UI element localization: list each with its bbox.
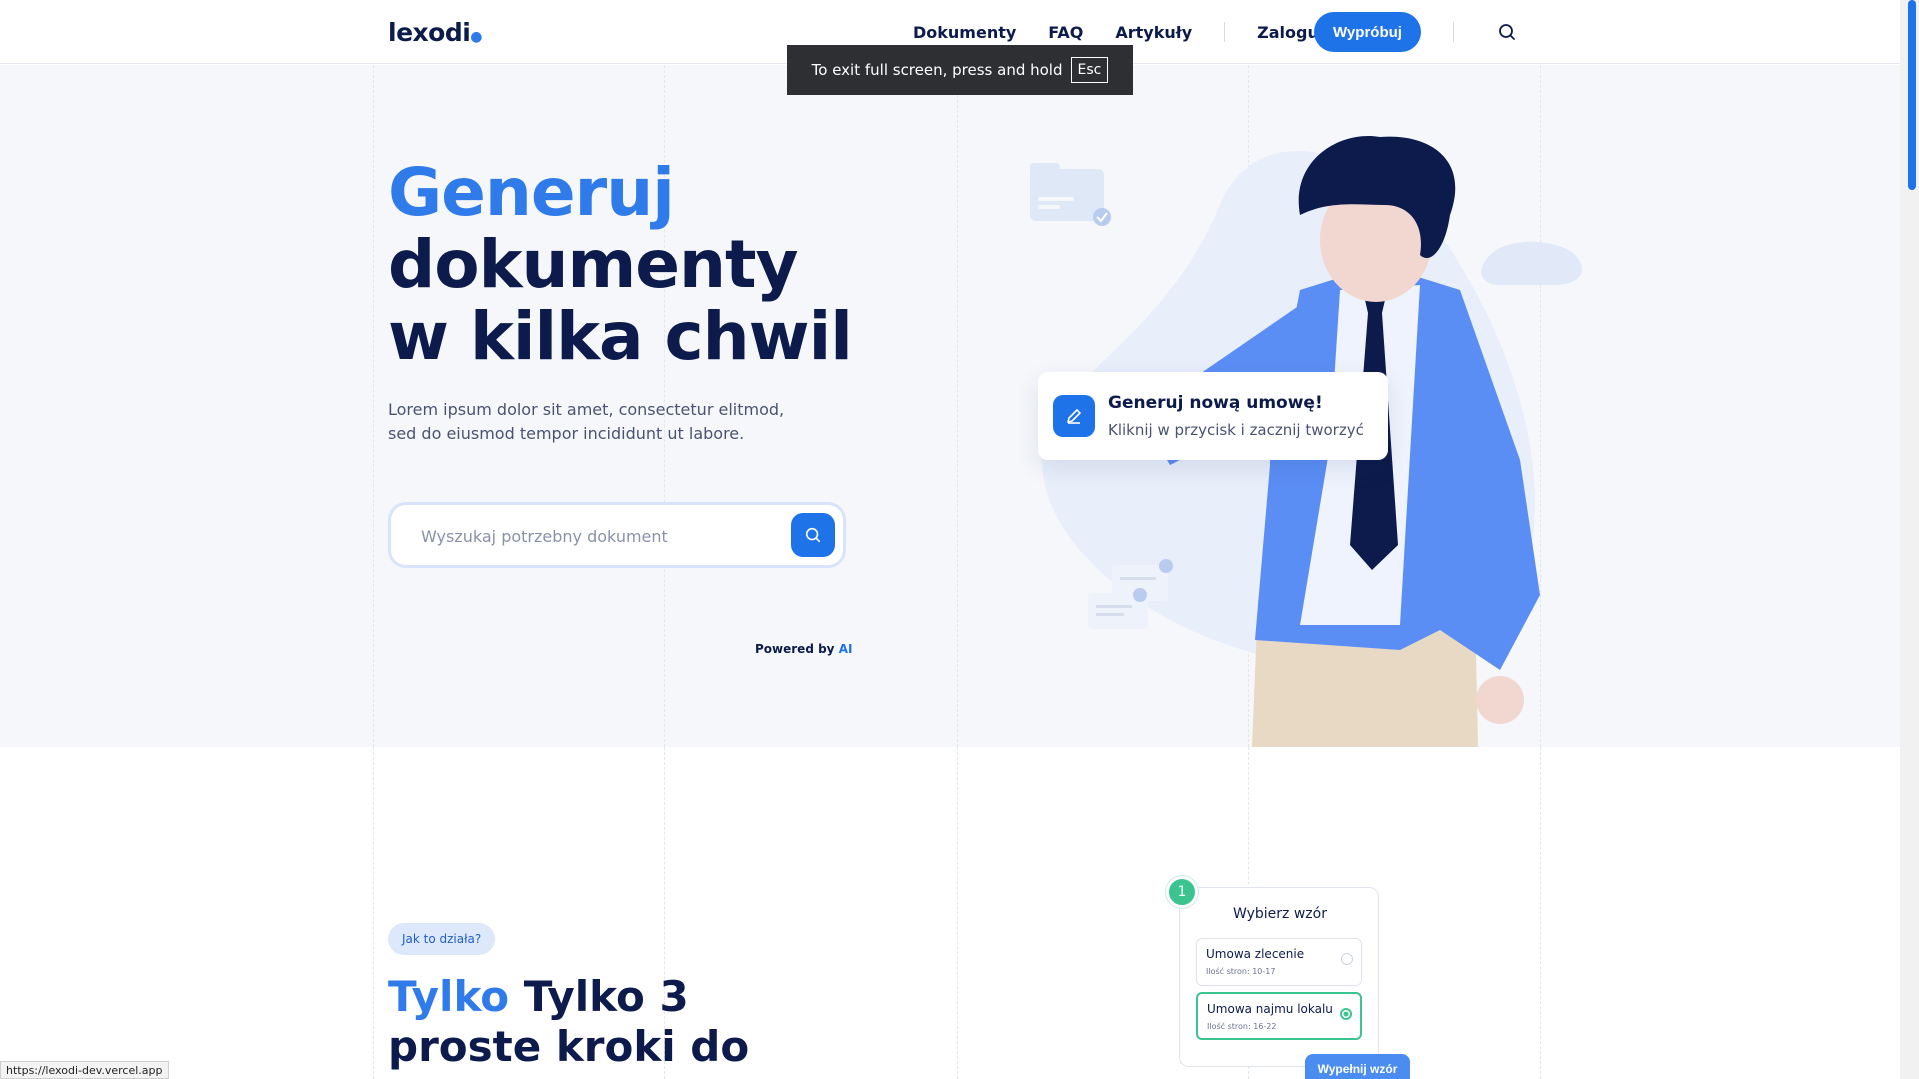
- hero-lead: Lorem ipsum dolor sit amet, consectetur …: [388, 398, 808, 446]
- grid-line: [1540, 747, 1541, 1079]
- logo-text: lexodi: [388, 18, 471, 47]
- fill-template-button[interactable]: Wypełnij wzór: [1305, 1054, 1410, 1079]
- generate-contract-card[interactable]: Generuj nową umowę! Kliknij w przycisk i…: [1038, 372, 1388, 460]
- nav-divider: [1224, 22, 1226, 42]
- card-title: Generuj nową umowę!: [1108, 393, 1323, 413]
- search-icon[interactable]: [1497, 22, 1517, 42]
- hero-title-line2: dokumenty: [388, 226, 799, 303]
- logo-dot: ●: [470, 29, 483, 45]
- pen-icon: [1053, 395, 1095, 437]
- template-option-pages: Ilość stron: 10-17: [1206, 967, 1276, 976]
- try-button[interactable]: Wypróbuj: [1314, 12, 1421, 52]
- grid-line: [373, 747, 374, 1079]
- how-title-accent: Tylko: [388, 972, 510, 1021]
- card-text: Kliknij w przycisk i zacznij tworzyć: [1108, 421, 1364, 439]
- status-bar-url: https://lexodi-dev.vercel.app: [0, 1061, 169, 1079]
- hero-title: Generuj dokumenty w kilka chwil: [388, 154, 853, 375]
- template-option-selected[interactable]: Umowa najmu lokalu Ilość stron: 16-22: [1196, 992, 1362, 1040]
- search-submit-button[interactable]: [791, 513, 835, 557]
- fullscreen-toast: To exit full screen, press and hold Esc: [787, 45, 1133, 95]
- hero-lead-line1: Lorem ipsum dolor sit amet, consectetur …: [388, 400, 785, 419]
- toast-text: To exit full screen, press and hold: [811, 61, 1063, 79]
- how-it-works-title: Tylko Tylko 3 proste kroki do: [388, 972, 749, 1072]
- grid-line: [957, 747, 958, 1079]
- hero-lead-line2: sed do eiusmod tempor incididunt ut labo…: [388, 424, 745, 443]
- page-scrollbar[interactable]: [1900, 0, 1919, 1079]
- folder-icon: [1030, 163, 1111, 226]
- scrollbar-thumb[interactable]: [1908, 0, 1916, 190]
- powered-by-label: Powered by AI: [755, 642, 852, 656]
- nav-link-dokumenty[interactable]: Dokumenty: [913, 23, 1016, 42]
- nav-link-artykuly[interactable]: Artykuły: [1115, 23, 1192, 42]
- toast-key: Esc: [1070, 57, 1109, 83]
- template-option-pages: Ilość stron: 16-22: [1207, 1022, 1277, 1031]
- template-option-name: Umowa zlecenie: [1206, 947, 1305, 961]
- search-icon: [805, 527, 821, 543]
- nav-link-faq[interactable]: FAQ: [1048, 23, 1083, 42]
- powered-by-text: Powered by: [755, 642, 835, 656]
- how-it-works-badge: Jak to działa?: [388, 923, 496, 955]
- hero-title-accent: Generuj: [388, 154, 675, 231]
- powered-by-ai: AI: [838, 642, 853, 656]
- document-search-box: [388, 502, 846, 568]
- document-search-input[interactable]: [421, 523, 761, 549]
- template-option-name: Umowa najmu lokalu: [1207, 1002, 1333, 1016]
- hero-title-line3: w kilka chwil: [388, 298, 853, 375]
- logo[interactable]: lexodi●: [388, 18, 483, 47]
- grid-line: [373, 65, 374, 747]
- grid-line: [957, 65, 958, 747]
- radio-button[interactable]: [1341, 953, 1353, 965]
- step-title: Wybierz wzór: [1233, 906, 1327, 922]
- step-card: Wybierz wzór Umowa zlecenie Ilość stron:…: [1179, 887, 1379, 1067]
- template-option[interactable]: Umowa zlecenie Ilość stron: 10-17: [1196, 938, 1362, 986]
- hero-section: Generuj dokumenty w kilka chwil Lorem ip…: [0, 65, 1900, 747]
- how-title-line2: proste kroki do: [388, 1022, 750, 1071]
- step-number-badge: 1: [1166, 876, 1198, 908]
- radio-button[interactable]: [1340, 1008, 1352, 1020]
- main-nav: Dokumenty FAQ Artykuły Zaloguj: [913, 22, 1356, 42]
- nav-divider: [1453, 22, 1454, 42]
- how-title-rest: Tylko 3: [523, 972, 689, 1021]
